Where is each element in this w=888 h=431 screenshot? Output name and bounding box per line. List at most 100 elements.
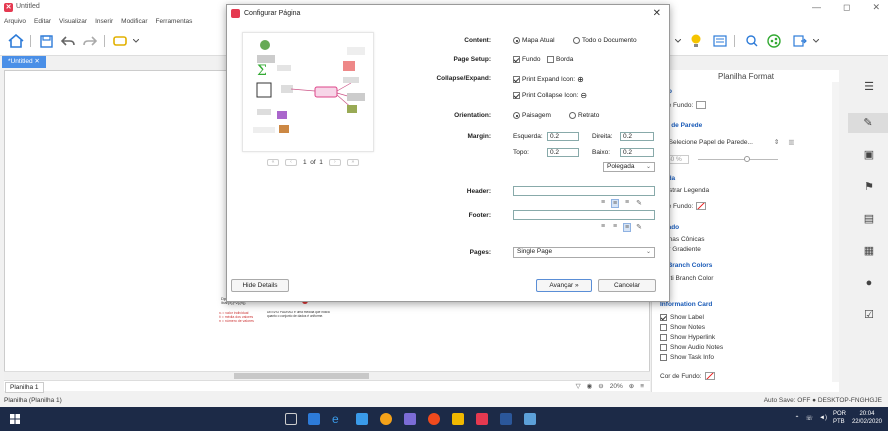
legend-color-swatch[interactable] [696, 202, 707, 210]
unit-select[interactable]: Polegada ⌄ [603, 162, 655, 172]
wallpaper-select[interactable]: Selecione Papel de Parede... [669, 139, 753, 146]
chevron-updown-icon[interactable]: ⇕ [774, 138, 779, 146]
row-show-audio-notes[interactable]: Show Audio Notes [660, 344, 723, 351]
outline-icon[interactable] [712, 33, 728, 49]
chevron-down-icon[interactable] [670, 33, 686, 49]
close-icon[interactable]: ✕ [653, 8, 661, 19]
align-center-icon[interactable]: ≡ [611, 223, 619, 232]
panel-scrollbar[interactable] [832, 82, 839, 382]
cancel-button[interactable]: Cancelar [598, 279, 656, 292]
slider-knob[interactable] [743, 156, 750, 162]
scrollbar-thumb[interactable] [234, 373, 369, 379]
print-expand-checkbox[interactable] [513, 76, 520, 83]
print-collapse-checkbox[interactable] [513, 92, 520, 99]
app-icon[interactable] [356, 413, 368, 425]
undo-icon[interactable] [60, 33, 76, 49]
menu-visualizar[interactable]: Visualizar [59, 18, 87, 25]
close-window-button[interactable]: ✕ [872, 2, 880, 13]
row-show-label[interactable]: Show Label [660, 314, 704, 321]
share-icon[interactable] [766, 33, 782, 49]
radio-retrato[interactable] [569, 112, 576, 119]
zoom-out-icon[interactable]: ⊖ [598, 382, 603, 390]
option-retrato[interactable]: Retrato [569, 112, 599, 119]
radio-mapa-atual[interactable] [513, 37, 520, 44]
option-todo-documento[interactable]: Todo o Documento [573, 37, 637, 44]
margin-left-input[interactable]: 0.2 [547, 132, 579, 141]
menu-inserir[interactable]: Inserir [95, 18, 113, 25]
last-page-button[interactable]: » [346, 159, 359, 166]
zoom-in-icon[interactable]: ⊕ [629, 382, 634, 390]
show-hyperlink-checkbox[interactable] [660, 334, 667, 341]
next-page-button[interactable]: › [328, 159, 341, 166]
minimize-button[interactable]: — [812, 2, 821, 13]
firefox-icon[interactable] [380, 413, 392, 425]
app-icon[interactable] [452, 413, 464, 425]
row-show-hyperlink[interactable]: Show Hyperlink [660, 334, 715, 341]
menu-editar[interactable]: Editar [34, 18, 51, 25]
filter-icon[interactable]: ▽ [576, 382, 581, 390]
export-icon[interactable] [792, 33, 808, 49]
chrome-icon[interactable] [428, 413, 440, 425]
clock[interactable]: 20:04 22/02/2020 [852, 410, 882, 426]
radio-paisagem[interactable] [513, 112, 520, 119]
row-show-notes[interactable]: Show Notes [660, 324, 705, 331]
format-icon[interactable]: ☰ [862, 80, 876, 94]
redo-icon[interactable] [82, 33, 98, 49]
edit-pencil-icon[interactable]: ✎ [635, 223, 643, 232]
fundo-checkbox[interactable] [513, 56, 520, 63]
view-eye-icon[interactable]: ◉ [587, 382, 593, 390]
delete-icon[interactable]: ▥ [788, 138, 794, 146]
menu-modificar[interactable]: Modificar [121, 18, 147, 25]
opacity-slider[interactable] [697, 156, 778, 162]
margin-bottom-input[interactable]: 0.2 [620, 148, 654, 157]
margin-top-input[interactable]: 0.2 [547, 148, 579, 157]
maximize-button[interactable]: ◻ [843, 2, 850, 13]
option-print-expand[interactable]: Print Expand Icon: ⊕ [513, 75, 584, 84]
language-indicator[interactable]: POR PTB [833, 410, 846, 426]
advance-button[interactable]: Avançar » [536, 279, 592, 292]
fit-icon[interactable]: ≡ [640, 383, 644, 390]
menu-ferramentas[interactable]: Ferramentas [156, 18, 193, 25]
notes-icon[interactable]: ▦ [862, 244, 876, 258]
task-view-icon[interactable] [285, 413, 297, 425]
prev-page-button[interactable]: ‹ [285, 159, 297, 166]
tab-untitled[interactable]: *Untitled ✕ [2, 56, 46, 68]
margin-right-input[interactable]: 0.2 [620, 132, 654, 141]
style-brush-icon[interactable]: ✎ [848, 113, 888, 133]
sheet-tab[interactable]: Planilha 1 [5, 382, 44, 393]
volume-icon[interactable]: ◄) [819, 415, 827, 421]
row-wallpaper[interactable]: ▭ Selecione Papel de Parede... ⇕ ▥ [660, 138, 820, 147]
app-icon[interactable] [524, 413, 536, 425]
search-icon[interactable] [744, 33, 760, 49]
comment-icon[interactable]: ● [862, 276, 876, 290]
menu-arquivo[interactable]: Arquivo [4, 18, 26, 25]
edge-icon[interactable]: e [332, 413, 344, 425]
chevron-down-icon[interactable] [808, 33, 824, 49]
option-print-collapse[interactable]: Print Collapse Icon: ⊖ [513, 91, 587, 100]
pages-select[interactable]: Single Page ⌄ [513, 247, 655, 258]
edit-pencil-icon[interactable]: ✎ [635, 199, 643, 208]
tray-arrow-icon[interactable]: ⌃ [794, 415, 799, 422]
windows-start-icon[interactable] [10, 414, 20, 424]
task-icon[interactable]: ☑ [862, 308, 876, 322]
card-color-swatch[interactable] [704, 372, 715, 380]
bg-color-swatch[interactable] [696, 101, 707, 109]
option-paisagem[interactable]: Paisagem [513, 112, 551, 119]
word-icon[interactable] [500, 413, 512, 425]
store-icon[interactable] [308, 413, 320, 425]
align-right-icon[interactable]: ≡ [623, 199, 631, 208]
chevron-down-icon[interactable] [128, 33, 144, 49]
show-audio-notes-checkbox[interactable] [660, 344, 667, 351]
show-label-checkbox[interactable] [660, 314, 667, 321]
align-right-icon[interactable]: ≡ [623, 223, 631, 232]
borda-checkbox[interactable] [547, 56, 554, 63]
footer-input[interactable] [513, 210, 655, 220]
save-icon[interactable] [38, 33, 54, 49]
row-show-task-info[interactable]: Show Task Info [660, 354, 714, 361]
idea-bulb-icon[interactable] [688, 33, 704, 49]
align-left-icon[interactable]: ≡ [599, 223, 607, 232]
header-input[interactable] [513, 186, 655, 196]
image-icon[interactable]: ▣ [862, 148, 876, 162]
align-center-icon[interactable]: ≡ [611, 199, 619, 208]
network-icon[interactable]: ☏ [806, 415, 814, 422]
